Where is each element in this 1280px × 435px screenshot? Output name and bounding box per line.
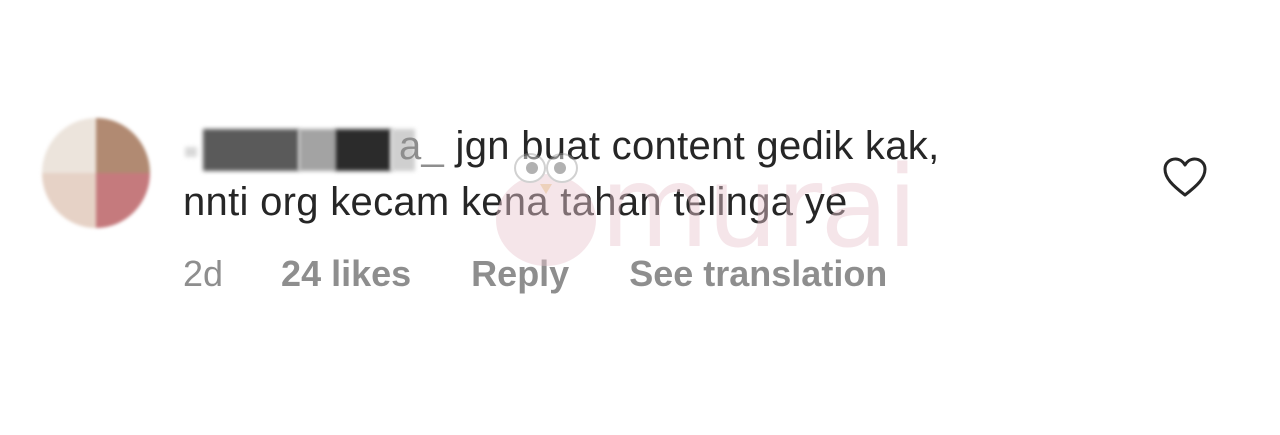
likes-count[interactable]: 24 likes [281,253,411,295]
see-translation-button[interactable]: See translation [629,253,887,295]
comment: a_ jgn buat content gedik kak, nnti org … [0,0,1280,435]
username-suffix[interactable]: a_ [399,124,444,168]
reply-button[interactable]: Reply [471,253,569,295]
avatar[interactable] [42,118,150,228]
comment-text: a_ jgn buat content gedik kak, nnti org … [183,118,1143,230]
comment-text-1: jgn buat content gedik kak, [455,124,940,168]
comment-meta: 2d 24 likes Reply See translation [183,250,947,298]
comment-line-2: nnti org kecam kena tahan telinga ye [183,180,848,224]
comment-time: 2d [183,253,224,294]
comment-line-1: a_ jgn buat content gedik kak, [183,118,1143,174]
heart-outline-icon[interactable] [1162,156,1208,198]
